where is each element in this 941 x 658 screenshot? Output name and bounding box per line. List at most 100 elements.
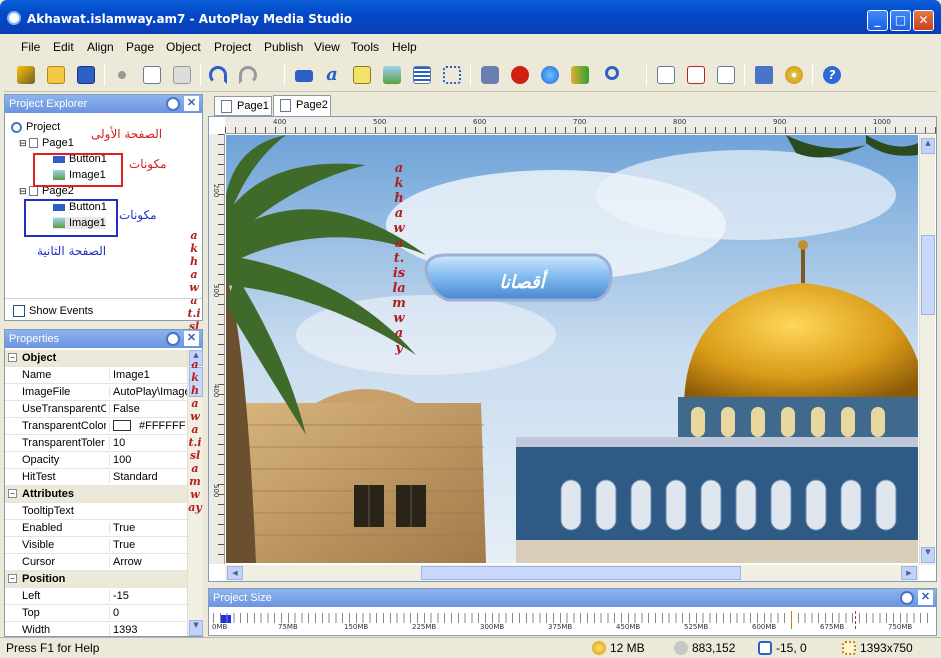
open-folder-icon[interactable] [44, 63, 68, 87]
property-row[interactable]: Cursor Arrow [5, 554, 187, 571]
undo-icon[interactable] [206, 63, 230, 87]
canvas-vertical-scrollbar[interactable]: ▲ ▼ [919, 135, 935, 565]
menu-tools[interactable]: Tools [351, 40, 379, 54]
collapse-icon[interactable]: − [8, 574, 17, 583]
property-value[interactable]: True [109, 522, 187, 534]
property-value[interactable]: Standard [109, 471, 187, 483]
property-category[interactable]: − Object [5, 350, 187, 367]
property-row[interactable]: Enabled True [5, 520, 187, 537]
project-size-header: Project Size ✕ [209, 589, 936, 607]
pin-icon[interactable] [166, 97, 180, 111]
collapse-icon[interactable]: − [8, 489, 17, 498]
close-button[interactable]: ✕ [913, 10, 934, 31]
pin-icon[interactable] [900, 591, 914, 605]
property-row[interactable]: Width 1393 [5, 622, 187, 636]
size-ticks: 0MB 75MB 150MB 225MB 300MB 375MB 450MB 5… [209, 623, 936, 635]
video-icon[interactable] [478, 63, 502, 87]
property-row[interactable]: TransparentToler 10 [5, 435, 187, 452]
publish-cd-icon[interactable] [782, 63, 806, 87]
property-value[interactable]: Arrow [109, 556, 187, 568]
button-object-icon[interactable] [292, 63, 316, 87]
status-size: 12 MB [610, 641, 645, 655]
property-row[interactable]: Name Image1 [5, 367, 187, 384]
menu-project[interactable]: Project [214, 40, 251, 54]
aqsana-button[interactable]: أقصانا [452, 272, 592, 293]
image-object-icon[interactable] [380, 63, 404, 87]
paste-icon[interactable] [170, 63, 194, 87]
redo-icon[interactable] [236, 63, 260, 87]
pin-icon[interactable] [166, 332, 180, 346]
property-value[interactable]: 100 [109, 454, 187, 466]
property-value[interactable]: Image1 [109, 369, 187, 381]
property-value[interactable]: 10 [109, 437, 187, 449]
ruler-label: 400 [273, 118, 287, 126]
tree-node-page1[interactable]: ⊟ Page1 [19, 137, 74, 149]
property-row[interactable]: TooltipText [5, 503, 187, 520]
property-key: Opacity [22, 454, 60, 466]
property-row[interactable]: Top 0 [5, 605, 187, 622]
tree-node-project[interactable]: Project [11, 121, 60, 133]
run-icon[interactable] [752, 63, 776, 87]
menu-page[interactable]: Page [126, 40, 154, 54]
menu-object[interactable]: Object [166, 40, 201, 54]
web-icon[interactable] [538, 63, 562, 87]
property-value[interactable]: -15 [109, 590, 187, 602]
property-row[interactable]: Visible True [5, 537, 187, 554]
tab-page1[interactable]: Page1 [214, 96, 272, 116]
close-panel-icon[interactable]: ✕ [184, 331, 199, 346]
minimize-button[interactable]: _ [867, 10, 888, 31]
property-row[interactable]: ImageFile AutoPlay\Image [5, 384, 187, 401]
delete-page-icon[interactable] [684, 63, 708, 87]
property-value[interactable]: 1393 [109, 624, 187, 636]
collapse-icon[interactable]: − [8, 353, 17, 362]
paragraph-icon[interactable] [350, 63, 374, 87]
property-row[interactable]: UseTransparentC False [5, 401, 187, 418]
property-row[interactable]: HitTest Standard [5, 469, 187, 486]
page-stage[interactable]: أقصانا akhawat.islamway [226, 135, 918, 563]
slideshow-icon[interactable] [568, 63, 592, 87]
flash-icon[interactable] [508, 63, 532, 87]
frame-icon[interactable] [440, 63, 464, 87]
property-category[interactable]: − Position [5, 571, 187, 588]
tab-page2[interactable]: Page2 [273, 95, 331, 117]
property-value[interactable]: 0 [109, 607, 187, 619]
canvas-horizontal-scrollbar[interactable]: ◀ ▶ [225, 565, 919, 581]
save-icon[interactable] [74, 63, 98, 87]
help-icon[interactable]: ? [820, 63, 844, 87]
listbox-icon[interactable] [410, 63, 434, 87]
page-icon [29, 138, 39, 149]
color-swatch[interactable] [113, 420, 131, 431]
menu-align[interactable]: Align [87, 40, 114, 54]
property-row[interactable]: Left -15 [5, 588, 187, 605]
property-row[interactable]: Opacity 100 [5, 452, 187, 469]
property-value[interactable]: True [109, 539, 187, 551]
property-value[interactable]: False [109, 403, 187, 415]
property-category[interactable]: − Attributes [5, 486, 187, 503]
property-value[interactable]: #FFFFFF [109, 420, 187, 432]
show-events-checkbox[interactable] [13, 305, 25, 317]
property-row[interactable]: TransparentColor #FFFFFF [5, 418, 187, 435]
property-key: ImageFile [22, 386, 71, 398]
property-key: TooltipText [22, 505, 74, 517]
close-panel-icon[interactable]: ✕ [918, 590, 933, 605]
menu-help[interactable]: Help [392, 40, 417, 54]
menu-publish[interactable]: Publish [264, 40, 303, 54]
copy-icon[interactable] [140, 63, 164, 87]
property-value[interactable]: AutoPlay\Image [109, 386, 187, 398]
menu-edit[interactable]: Edit [53, 40, 74, 54]
text-object-icon[interactable]: a [320, 63, 344, 87]
maximize-button[interactable]: □ [890, 10, 911, 31]
disk-icon [674, 641, 688, 655]
background-image[interactable] [226, 135, 918, 563]
preview-page-icon[interactable] [714, 63, 738, 87]
close-panel-icon[interactable]: ✕ [184, 96, 199, 111]
zoom-icon[interactable] [602, 63, 626, 87]
size-tick: 450MB [616, 623, 641, 631]
project-size-title: Project Size [213, 592, 272, 604]
wizard-icon[interactable] [14, 63, 38, 87]
menu-file[interactable]: File [21, 40, 40, 54]
watermark-vertical-2: akhawat.islamway [188, 358, 202, 514]
cut-icon[interactable] [110, 63, 134, 87]
new-page-icon[interactable] [654, 63, 678, 87]
menu-view[interactable]: View [314, 40, 340, 54]
